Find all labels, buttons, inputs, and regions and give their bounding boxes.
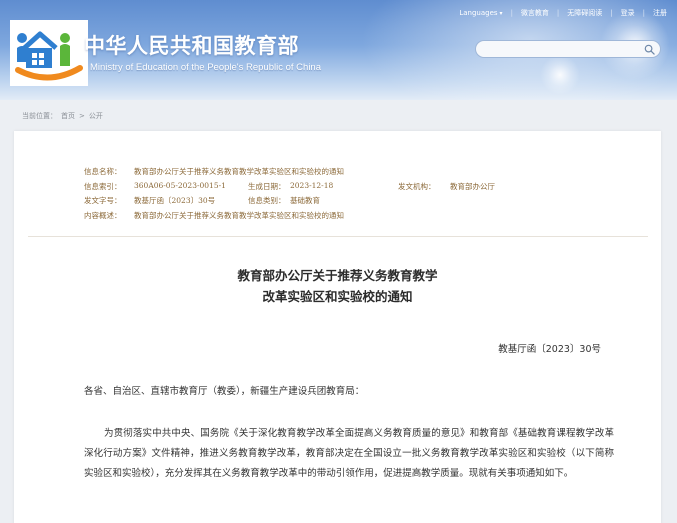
- document-title: 教育部办公厅关于推荐义务教育教学 改革实验区和实验校的通知: [14, 265, 661, 307]
- category-label: 信息类别：: [248, 196, 286, 205]
- separator: |: [556, 9, 560, 17]
- house-logo-icon: [15, 31, 83, 81]
- chevron-down-icon: ▾: [499, 9, 503, 17]
- breadcrumb: 当前位置： 首页 > 公开: [22, 111, 103, 121]
- language-selector[interactable]: Languages ▾: [459, 9, 502, 17]
- doc-no-label: 发文字号：: [84, 196, 122, 205]
- search-box: [475, 40, 661, 58]
- info-name-label: 信息名称：: [84, 167, 122, 176]
- date-value: 2023-12-18: [290, 180, 334, 190]
- site-title: 中华人民共和国教育部: [84, 34, 299, 58]
- document-card: 信息名称： 教育部办公厅关于推荐义务教育教学改革实验区和实验校的通知 信息索引：…: [14, 131, 661, 523]
- register-link[interactable]: 注册: [653, 8, 667, 18]
- summary-value: 教育部办公厅关于推荐义务教育教学改革实验区和实验校的通知: [134, 210, 344, 220]
- document-paragraph: 为贯彻落实中共中央、国务院《关于深化教育教学改革全面提高义务教育质量的意见》和教…: [84, 428, 614, 479]
- document-number: 教基厅函〔2023〕30号: [498, 344, 601, 355]
- issuer-value: 教育部办公厅: [450, 181, 495, 191]
- index-label: 信息索引：: [84, 181, 122, 191]
- weibo-link[interactable]: 微言教育: [521, 8, 549, 18]
- document-salutation: 各省、自治区、直辖市教育厅（教委），新疆生产建设兵团教育局：: [84, 386, 365, 397]
- document-title-line: 教育部办公厅关于推荐义务教育教学: [237, 268, 438, 283]
- meta-row: 信息名称： 教育部办公厅关于推荐义务教育教学改革实验区和实验校的通知: [84, 166, 644, 181]
- breadcrumb-label: 当前位置：: [22, 112, 57, 120]
- separator: |: [610, 9, 613, 17]
- divider: [28, 236, 648, 237]
- breadcrumb-separator: >: [79, 112, 85, 120]
- issuer-label: 发文机构：: [398, 181, 436, 191]
- breadcrumb-home-link[interactable]: 首页: [61, 111, 75, 121]
- logo[interactable]: [10, 20, 88, 86]
- date-label: 生成日期：: [248, 181, 286, 191]
- accessible-reading-link[interactable]: 无障碍阅读: [567, 8, 602, 18]
- document-metadata: 信息名称： 教育部办公厅关于推荐义务教育教学改革实验区和实验校的通知 信息索引：…: [84, 166, 644, 224]
- meta-row: 发文字号： 教基厅函〔2023〕30号 信息类别： 基础教育: [84, 195, 644, 210]
- doc-no-value: 教基厅函〔2023〕30号: [134, 196, 216, 205]
- login-link[interactable]: 登录: [621, 8, 635, 18]
- breadcrumb-section-link[interactable]: 公开: [89, 111, 103, 121]
- top-links: Languages ▾ | 微言教育 | 无障碍阅读 | 登录 | 注册: [459, 6, 667, 20]
- summary-label: 内容概述：: [84, 210, 122, 220]
- index-value: 360A06-05-2023-0015-1: [134, 180, 226, 190]
- meta-row: 内容概述： 教育部办公厅关于推荐义务教育教学改革实验区和实验校的通知: [84, 210, 644, 225]
- category-value: 基础教育: [290, 196, 320, 205]
- meta-row: 信息索引： 360A06-05-2023-0015-1 生成日期： 2023-1…: [84, 181, 644, 196]
- separator: |: [510, 9, 513, 17]
- search-icon[interactable]: [644, 44, 655, 55]
- site-subtitle: Ministry of Education of the People's Re…: [90, 62, 321, 73]
- dandelion-decoration: [540, 55, 580, 95]
- separator: |: [642, 9, 645, 17]
- search-input[interactable]: [484, 43, 634, 55]
- info-name-value: 教育部办公厅关于推荐义务教育教学改革实验区和实验校的通知: [134, 167, 344, 176]
- language-label: Languages: [459, 9, 498, 17]
- document-title-line: 改革实验区和实验校的通知: [262, 289, 413, 304]
- site-header: Languages ▾ | 微言教育 | 无障碍阅读 | 登录 | 注册 中华人…: [0, 0, 677, 100]
